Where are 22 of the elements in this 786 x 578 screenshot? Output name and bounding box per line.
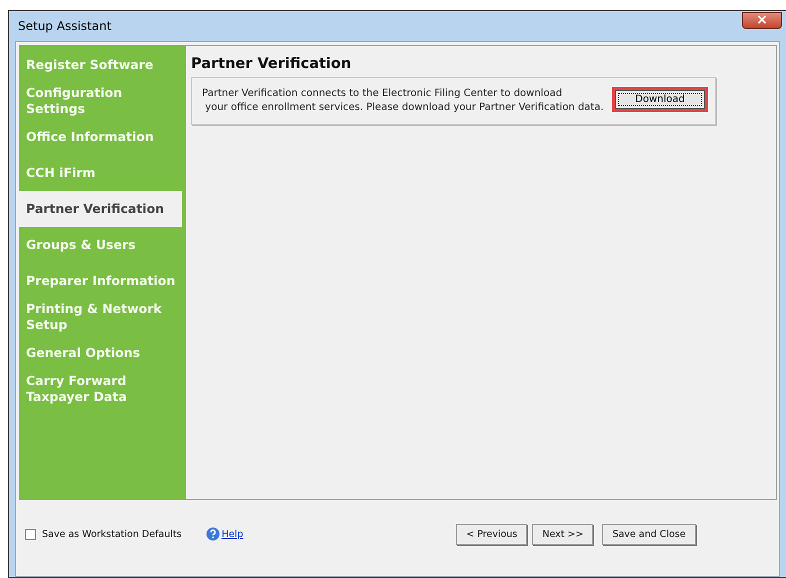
close-button[interactable]: × [742, 12, 782, 28]
sidebar-item[interactable]: General Options [19, 335, 186, 371]
save-close-button[interactable]: Save and Close [602, 524, 696, 544]
download-button[interactable]: Download [615, 90, 705, 109]
page-heading: Partner Verification [191, 56, 352, 72]
sidebar-item[interactable]: Printing & Network Setup [19, 299, 186, 335]
sidebar-item[interactable]: Preparer Information [19, 263, 186, 299]
checkbox-label: Save as Workstation Defaults [42, 528, 182, 540]
sidebar-item[interactable]: CCH iFirm [19, 155, 186, 191]
window-title: Setup Assistant [17, 19, 112, 33]
sidebar-item[interactable]: Partner Verification [19, 191, 182, 227]
help-icon[interactable] [206, 527, 220, 541]
description-text: Partner Verification connects to the Electronic Filing Center to download your office enrollment services. Please download your Partner Verification data. [202, 87, 604, 115]
previous-button[interactable]: < Previous [456, 524, 528, 544]
sidebar-item[interactable]: Configuration Settings [19, 83, 186, 119]
sidebar-item[interactable]: Carry Forward Taxpayer Data [19, 371, 186, 407]
help-link[interactable]: Help [222, 528, 244, 540]
checkbox[interactable] [25, 528, 36, 540]
sidebar-item[interactable]: Office Information [19, 119, 186, 155]
sidebar-item[interactable]: Groups & Users [19, 227, 186, 263]
sidebar-item[interactable]: Register Software [19, 47, 186, 83]
next-button[interactable]: Next >> [532, 524, 594, 544]
